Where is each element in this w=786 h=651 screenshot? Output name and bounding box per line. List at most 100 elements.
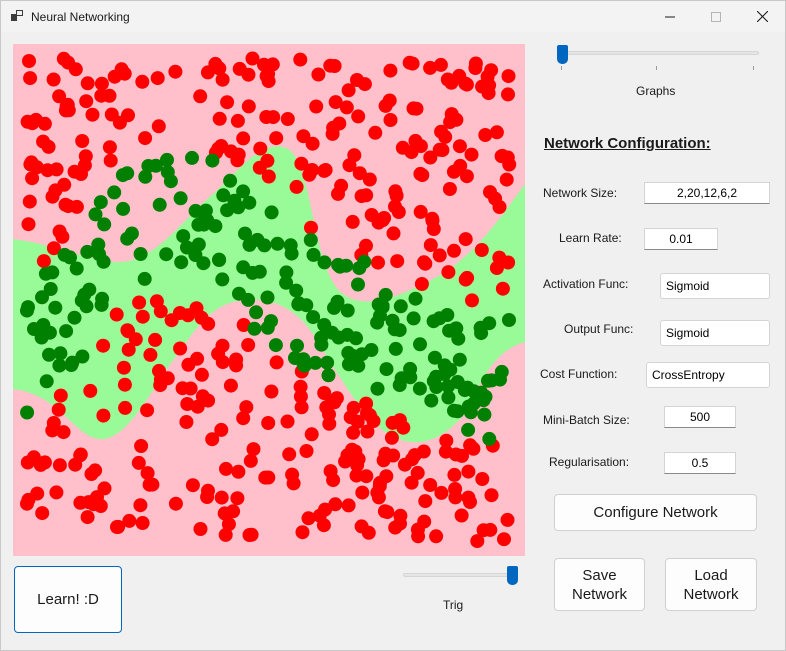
red-data-point — [236, 131, 251, 146]
green-data-point — [173, 191, 188, 206]
load-network-button[interactable]: Load Network — [665, 558, 757, 611]
cost-function-select[interactable]: CrossEntropy — [646, 362, 770, 388]
app-window-icon — [11, 10, 23, 21]
green-data-point — [270, 236, 285, 251]
red-data-point — [118, 400, 133, 415]
red-data-point — [311, 67, 326, 82]
mini-batch-size-input[interactable] — [664, 406, 736, 428]
regularisation-input[interactable] — [664, 452, 736, 474]
red-data-point — [293, 52, 308, 67]
red-data-point — [318, 163, 333, 177]
red-data-point — [475, 472, 490, 486]
green-data-point — [97, 217, 112, 232]
red-data-point — [423, 238, 438, 253]
red-data-point — [318, 502, 332, 517]
red-data-point — [45, 189, 60, 204]
red-data-point — [200, 490, 215, 504]
red-data-point — [242, 528, 257, 542]
save-network-label-line1: Save — [582, 566, 617, 584]
red-data-point — [22, 54, 36, 68]
red-data-point — [30, 486, 45, 501]
red-data-point — [88, 463, 103, 478]
red-data-point — [433, 57, 448, 72]
red-data-point — [304, 220, 318, 235]
green-data-point — [264, 314, 278, 329]
green-data-point — [205, 153, 220, 168]
learn-button[interactable]: Learn! :D — [14, 566, 122, 633]
green-data-point — [393, 299, 408, 314]
green-data-point — [299, 298, 314, 313]
red-data-point — [447, 243, 461, 258]
red-data-point — [359, 238, 373, 253]
green-data-point — [268, 338, 283, 353]
mini-batch-size-label: Mini-Batch Size: — [543, 413, 630, 427]
red-data-point — [109, 307, 124, 322]
red-data-point — [383, 63, 398, 78]
red-data-point — [293, 389, 308, 404]
red-data-point — [102, 140, 117, 155]
trig-slider[interactable] — [403, 564, 521, 588]
graphs-slider-thumb[interactable] — [557, 45, 568, 64]
red-data-point — [328, 95, 343, 110]
red-data-point — [181, 357, 196, 372]
red-data-point — [497, 532, 511, 547]
red-data-point — [75, 134, 90, 148]
red-data-point — [478, 128, 493, 142]
green-data-point — [450, 404, 465, 419]
green-data-point — [133, 247, 148, 261]
green-data-point — [176, 229, 191, 244]
red-data-point — [295, 525, 310, 540]
green-data-point — [388, 341, 403, 356]
red-data-point — [215, 72, 230, 87]
red-data-point — [368, 125, 383, 140]
green-data-point — [331, 257, 346, 272]
graphs-slider-tick — [656, 66, 657, 70]
green-data-point — [216, 188, 231, 203]
red-data-point — [104, 107, 119, 122]
green-data-point — [92, 247, 107, 262]
close-button[interactable] — [739, 1, 785, 32]
red-data-point — [150, 71, 165, 86]
red-data-point — [57, 177, 72, 192]
configure-network-button[interactable]: Configure Network — [554, 494, 757, 531]
load-network-label-line1: Load — [694, 566, 728, 584]
green-data-point — [264, 205, 279, 220]
red-data-point — [241, 99, 256, 114]
green-data-point — [52, 358, 67, 373]
red-data-point — [212, 111, 227, 126]
green-data-point — [20, 405, 35, 420]
red-data-point — [492, 200, 507, 214]
red-data-point — [135, 516, 150, 530]
trig-slider-thumb[interactable] — [507, 566, 518, 585]
save-network-button[interactable]: Save Network — [554, 558, 645, 611]
red-data-point — [117, 377, 132, 392]
red-data-point — [327, 59, 342, 73]
green-data-point — [379, 362, 394, 377]
red-data-point — [390, 254, 405, 269]
red-data-point — [465, 293, 479, 308]
green-data-point — [53, 346, 68, 361]
maximize-button[interactable] — [693, 1, 739, 32]
output-func-select[interactable]: Sigmoid — [660, 320, 770, 346]
red-data-point — [131, 455, 146, 470]
learn-rate-input[interactable] — [644, 228, 718, 250]
red-data-point — [145, 477, 160, 492]
graphs-slider-label: Graphs — [636, 84, 676, 98]
graphs-slider[interactable] — [555, 44, 761, 72]
red-data-point — [193, 522, 208, 536]
red-data-point — [359, 469, 374, 484]
red-data-point — [350, 414, 365, 429]
green-data-point — [174, 255, 189, 270]
window-title: Neural Networking — [31, 10, 130, 24]
red-data-point — [411, 529, 426, 544]
activation-func-select[interactable]: Sigmoid — [660, 273, 770, 299]
red-data-point — [495, 281, 510, 296]
minimize-button[interactable] — [647, 1, 693, 32]
red-data-point — [229, 352, 244, 367]
red-data-point — [402, 55, 417, 70]
network-size-input[interactable] — [644, 182, 770, 204]
green-data-point — [137, 271, 152, 286]
red-data-point — [289, 179, 304, 194]
red-data-point — [46, 72, 61, 87]
green-data-point — [59, 324, 74, 339]
